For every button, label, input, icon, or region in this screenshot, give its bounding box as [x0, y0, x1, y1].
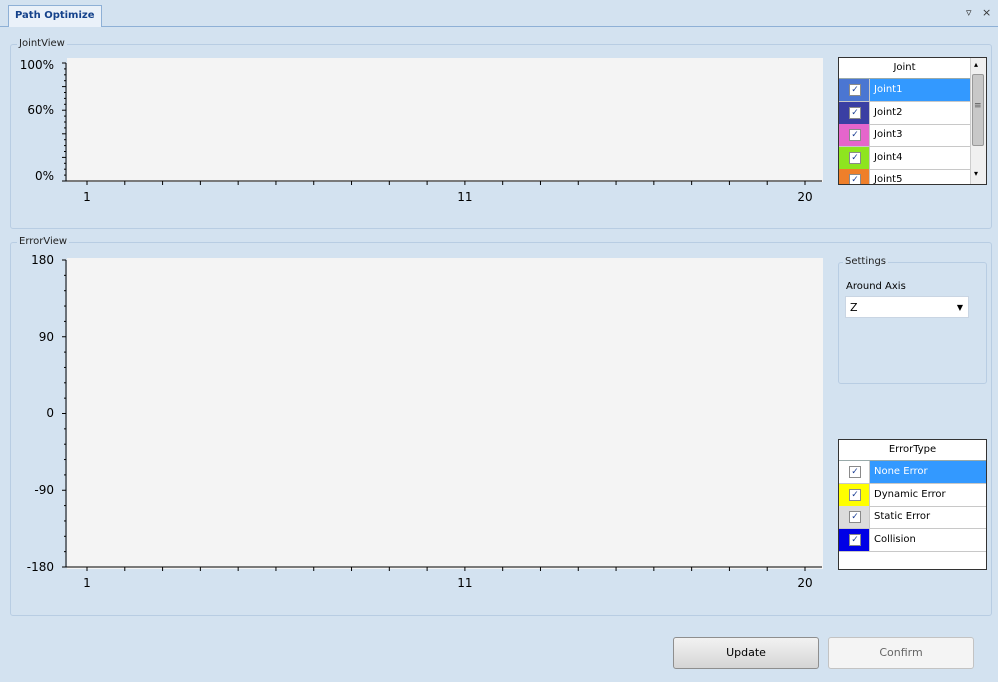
- error-type-list-label: Collision: [874, 533, 916, 545]
- error-type-list-checkbox[interactable]: ✓: [849, 488, 861, 501]
- error-view-x-tick-label: 1: [83, 576, 91, 590]
- error-type-list-label: Dynamic Error: [874, 488, 946, 500]
- error-view-y-tick-label: -180: [27, 560, 54, 574]
- error-view-x-tick-label: 20: [797, 576, 812, 590]
- chevron-down-icon[interactable]: ▼: [957, 297, 963, 319]
- update-button[interactable]: Update: [673, 637, 819, 669]
- error-view-y-tick-label: -90: [34, 483, 54, 497]
- error-type-list-checkbox[interactable]: ✓: [849, 466, 861, 478]
- error-type-list-color-swatch: ✓: [839, 461, 870, 483]
- around-axis-select[interactable]: Z ▼: [845, 296, 969, 318]
- confirm-button[interactable]: Confirm: [828, 637, 974, 669]
- around-axis-value: Z: [850, 301, 858, 314]
- error-view-y-tick-label: 0: [46, 406, 54, 420]
- error-type-list-item[interactable]: ✓ Dynamic Error: [839, 483, 986, 507]
- error-view-y-tick-label: 180: [31, 253, 54, 267]
- error-view-x-tick-label: 11: [457, 576, 472, 590]
- error-type-list[interactable]: ErrorType ✓ None Error ✓ Dynamic Error ✓ Stat…: [838, 439, 987, 570]
- error-type-list-color-swatch: ✓: [839, 506, 870, 528]
- error-type-list-checkbox[interactable]: ✓: [849, 533, 861, 546]
- error-type-list-header[interactable]: ErrorType: [839, 440, 986, 461]
- error-type-list-item[interactable]: ✓ None Error: [839, 461, 986, 484]
- error-type-list-item[interactable]: ✓ Static Error: [839, 506, 986, 529]
- error-view-y-tick-label: 90: [39, 330, 54, 344]
- error-type-list-item[interactable]: ✓ Collision: [839, 528, 986, 552]
- error-type-list-label: Static Error: [874, 511, 931, 522]
- settings-title: Settings: [843, 256, 889, 267]
- error-type-list-checkbox[interactable]: ✓: [849, 511, 861, 523]
- error-type-list-color-swatch: ✓: [839, 528, 870, 551]
- path-optimize-window: Path Optimize ▿ × JointView 100% 60% 0% 1 11…: [0, 0, 998, 682]
- error-type-list-label: None Error: [870, 461, 986, 483]
- error-type-list-color-swatch: ✓: [839, 483, 870, 506]
- around-axis-label: Around Axis: [846, 281, 906, 292]
